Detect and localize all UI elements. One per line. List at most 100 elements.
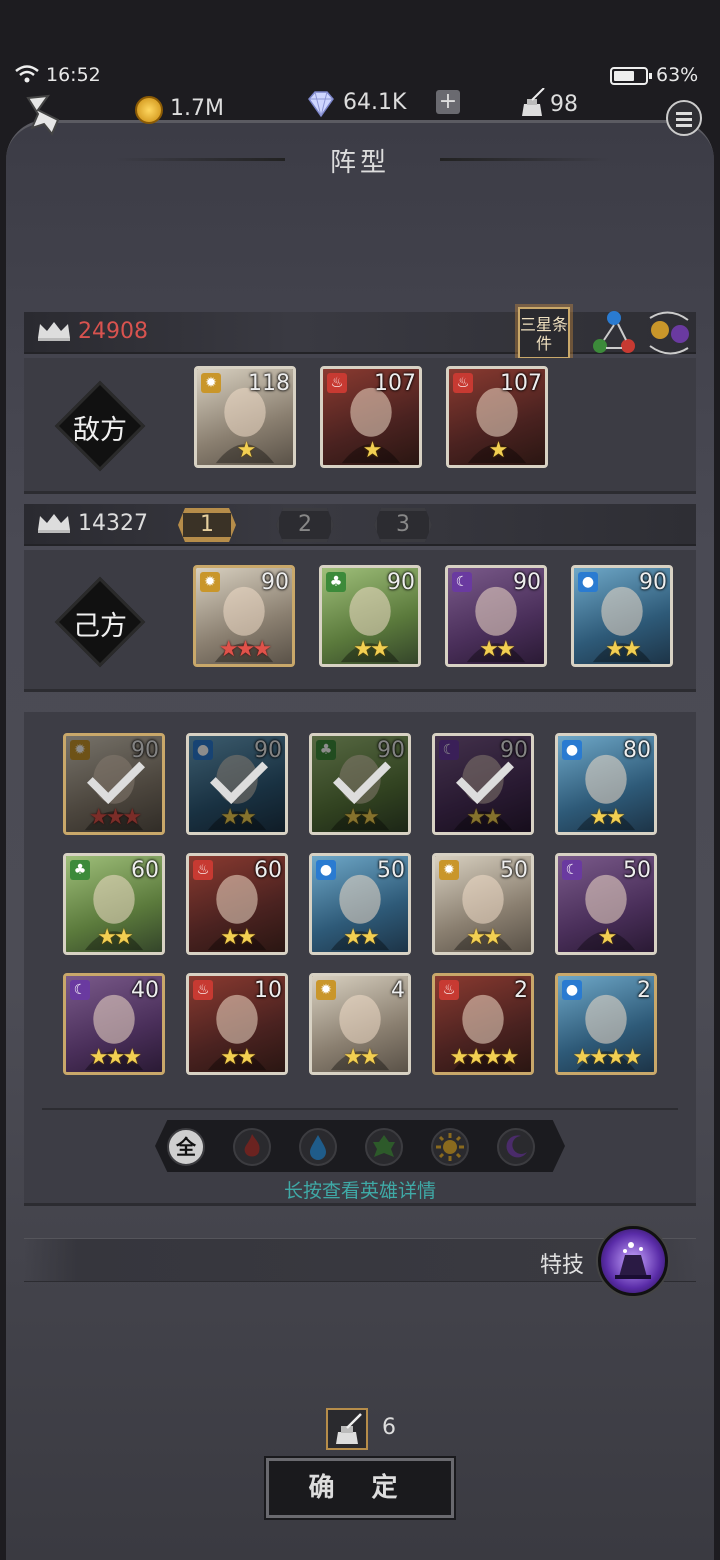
skill-label: 特技: [540, 1253, 585, 1278]
hero-stars: ★★: [343, 1045, 379, 1070]
roster-hero-card[interactable]: ● 50 ★★: [309, 853, 411, 955]
roster-hero-card[interactable]: ♣ 60 ★★: [63, 853, 165, 955]
roster-hero-card[interactable]: ♨ 60 ★★: [186, 853, 288, 955]
ally-hero-card[interactable]: ✹ 90 ★★★: [193, 565, 295, 667]
hero-level: 90: [639, 570, 667, 595]
water-element-icon: ●: [562, 980, 582, 1000]
hero-stars: ★★★: [218, 637, 272, 662]
water-element-icon: ●: [316, 860, 336, 880]
gem-amount: 64.1K: [343, 90, 407, 115]
roster-hero-card[interactable]: ♨ 10 ★★: [186, 973, 288, 1075]
dark-element-icon: ☾: [70, 980, 90, 1000]
hero-stars: ★★: [343, 925, 379, 950]
filter-nature-button[interactable]: [365, 1128, 403, 1166]
hero-stars: ★★: [353, 637, 389, 662]
confirm-button[interactable]: 确 定: [264, 1456, 456, 1520]
team-tab-2[interactable]: 2: [276, 508, 334, 542]
page-title: 阵型: [329, 148, 390, 178]
ally-hero-card[interactable]: ♣ 90 ★★: [319, 565, 421, 667]
nature-element-icon: ♣: [316, 740, 336, 760]
filter-all-button[interactable]: 全: [167, 1128, 205, 1166]
leaf-icon: [373, 1135, 395, 1157]
hero-level: 90: [261, 570, 289, 595]
selected-check-icon: [456, 746, 514, 804]
nature-element-icon: ♣: [70, 860, 90, 880]
filter-fire-button[interactable]: [233, 1128, 271, 1166]
light-dark-cycle-icon[interactable]: [644, 308, 694, 358]
roster-hero-card[interactable]: ☾ 40 ★★★: [63, 973, 165, 1075]
battery-percent: 63%: [656, 64, 699, 86]
roster-hero-card[interactable]: ✹ 90 ★★★: [63, 733, 165, 835]
fire-element-icon: ♨: [193, 980, 213, 1000]
fire-element-icon: ♨: [327, 373, 347, 393]
hero-level: 4: [391, 978, 405, 1003]
hero-stars: ★: [597, 925, 618, 950]
hero-stars: ★★: [605, 637, 641, 662]
back-icon[interactable]: [18, 92, 66, 138]
hero-level: 80: [623, 738, 651, 763]
roster-hero-card[interactable]: ☾ 50 ★: [555, 853, 657, 955]
dark-element-icon: ☾: [452, 572, 472, 592]
cost-ink-icon: [326, 1408, 368, 1450]
ink-bottle-icon: [522, 88, 545, 116]
roster-hero-card[interactable]: ● 90 ★★: [186, 733, 288, 835]
roster-hero-card[interactable]: ✹ 4 ★★: [309, 973, 411, 1075]
three-star-condition-button[interactable]: 三星条件: [515, 304, 573, 362]
fire-element-icon: ♨: [453, 373, 473, 393]
fire-icon: [244, 1134, 260, 1157]
water-element-icon: ●: [578, 572, 598, 592]
status-bar: 16:52 63%: [0, 60, 720, 90]
team-tab-3[interactable]: 3: [374, 508, 432, 542]
wifi-icon: [15, 65, 39, 83]
light-element-icon: ✹: [439, 860, 459, 880]
hero-stars: ★★: [220, 925, 256, 950]
hero-level: 40: [131, 978, 159, 1003]
skill-magic-hat-icon[interactable]: [598, 1226, 668, 1296]
menu-button[interactable]: [666, 100, 702, 136]
light-element-icon: ✹: [316, 980, 336, 1000]
nature-element-icon: ♣: [326, 572, 346, 592]
fire-element-icon: ♨: [193, 860, 213, 880]
water-drop-icon: [310, 1135, 326, 1160]
dark-element-icon: ☾: [562, 860, 582, 880]
hero-level: 50: [377, 858, 405, 883]
hero-level: 2: [637, 978, 651, 1003]
enemy-power: 24908: [78, 319, 148, 344]
roster-hero-card[interactable]: ♣ 90 ★★: [309, 733, 411, 835]
enemy-hero-card[interactable]: ✹ 118 ★: [194, 366, 296, 468]
hero-stars: ★★: [97, 925, 133, 950]
divider: [42, 1108, 678, 1110]
filter-dark-button[interactable]: [497, 1128, 535, 1166]
roster-hero-card[interactable]: ✹ 50 ★★: [432, 853, 534, 955]
element-cycle-icon[interactable]: [590, 308, 638, 358]
fire-element-icon: ♨: [439, 980, 459, 1000]
skill-bar: [24, 1238, 696, 1282]
enemy-hero-card[interactable]: ♨ 107 ★: [446, 366, 548, 468]
sun-icon: [436, 1133, 464, 1161]
add-gems-button[interactable]: +: [436, 90, 460, 114]
ally-power-bar: 14327: [24, 504, 696, 546]
hero-level: 107: [374, 371, 416, 396]
enemy-hero-card[interactable]: ♨ 107 ★: [320, 366, 422, 468]
filter-water-button[interactable]: [299, 1128, 337, 1166]
hero-level: 118: [248, 371, 290, 396]
battery-icon: [610, 67, 652, 85]
hero-stars: ★★: [220, 805, 256, 830]
selected-check-icon: [333, 746, 391, 804]
hero-level: 50: [623, 858, 651, 883]
dark-element-icon: ☾: [439, 740, 459, 760]
ally-hero-card[interactable]: ☾ 90 ★★: [445, 565, 547, 667]
hero-stars: ★★★: [88, 1045, 142, 1070]
roster-hero-card[interactable]: ♨ 2 ★★★★: [432, 973, 534, 1075]
roster-hero-card[interactable]: ● 80 ★★: [555, 733, 657, 835]
roster-hero-card[interactable]: ● 2 ★★★★: [555, 973, 657, 1075]
team-tab-1[interactable]: 1: [178, 508, 236, 542]
clock: 16:52: [46, 64, 101, 86]
filter-light-button[interactable]: [431, 1128, 469, 1166]
hero-stars: ★: [236, 438, 257, 463]
hero-level: 50: [500, 858, 528, 883]
roster-hero-card[interactable]: ☾ 90 ★★: [432, 733, 534, 835]
ally-hero-card[interactable]: ● 90 ★★: [571, 565, 673, 667]
enemy-label: 敌方: [73, 415, 127, 446]
moon-icon: [506, 1135, 527, 1158]
